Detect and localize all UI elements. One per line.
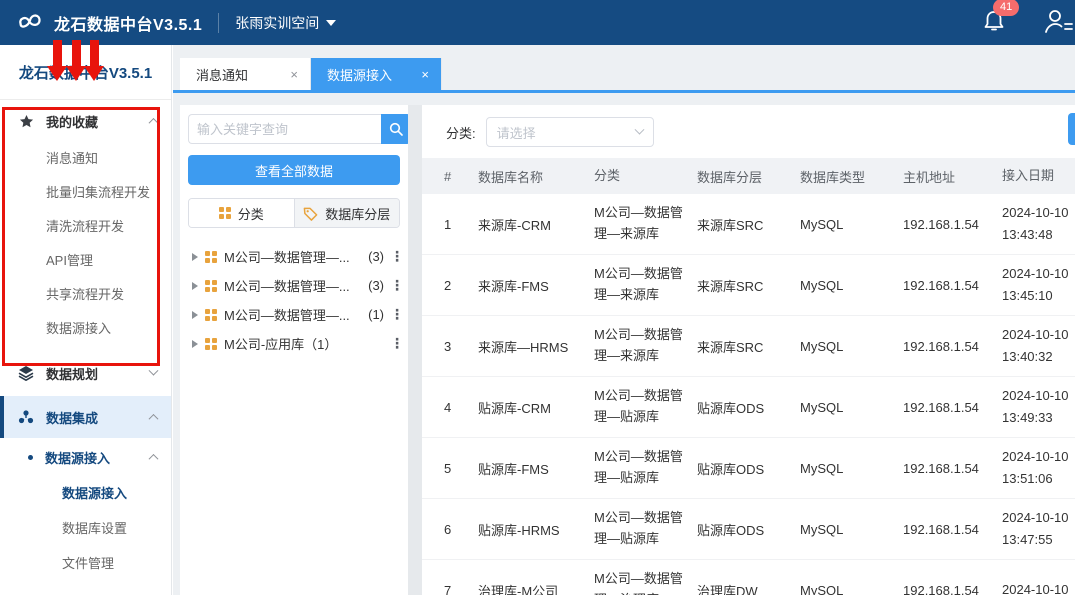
more-icon[interactable]: ⋮ [390, 248, 400, 265]
chevron-down-icon [326, 20, 336, 26]
sidebar-group-label: 数据集成 [46, 408, 98, 427]
tree-item[interactable]: M公司—数据管理—... (1) ⋮ [188, 300, 400, 329]
toggle-layer-button[interactable]: 数据库分层 [294, 199, 400, 227]
more-icon[interactable]: ⋮ [390, 306, 400, 323]
chevron-up-icon [149, 453, 159, 463]
table-header-row: # 数据库名称 分类 数据库分层 数据库类型 主机地址 接入日期 [422, 158, 1075, 194]
sidebar-item[interactable]: 消息通知 [0, 142, 171, 176]
caret-right-icon[interactable] [192, 340, 198, 348]
sidebar-item[interactable]: 共享流程开发 [0, 278, 171, 312]
layers-icon [18, 365, 34, 381]
sidebar-item[interactable]: 清洗流程开发 [0, 210, 171, 244]
tree-mode-toggle: 分类 数据库分层 [188, 198, 400, 228]
tree-item[interactable]: M公司—数据管理—... (3) ⋮ [188, 271, 400, 300]
table-panel: 分类: 请选择 # 数据库名称 分类 数据库分层 数据库类型 主机地址 接入日期 [422, 105, 1075, 595]
tree-item[interactable]: M公司—数据管理—... (3) ⋮ [188, 242, 400, 271]
app-title: 龙石数据中台V3.5.1 [54, 11, 202, 35]
favorites-list: 消息通知 批量归集流程开发 清洗流程开发 API管理 共享流程开发 数据源接入 [0, 142, 171, 346]
app-logo-icon [8, 11, 54, 35]
sidebar-leaf-datasource-access[interactable]: 数据源接入 [0, 476, 171, 511]
close-icon[interactable]: × [421, 67, 429, 82]
sidebar-leaf-db-settings[interactable]: 数据库设置 [0, 511, 171, 546]
grid-icon [219, 207, 231, 219]
bullet-icon [28, 455, 33, 460]
more-icon[interactable]: ⋮ [390, 277, 400, 294]
clipped-action-button[interactable] [1068, 113, 1075, 145]
table-row[interactable]: 4 贴源库-CRM M公司—数据管理—贴源库 贴源库ODS MySQL 192.… [422, 377, 1075, 438]
sidebar-subgroup-label: 数据源接入 [45, 448, 110, 467]
sidebar-subgroup-datasource[interactable]: 数据源接入 [0, 438, 171, 476]
chevron-down-icon [149, 365, 159, 375]
nodes-icon [18, 409, 34, 425]
header-divider [218, 13, 219, 33]
sidebar-group-data-integration[interactable]: 数据集成 [0, 396, 171, 438]
tree-item[interactable]: M公司-应用库（1） ⋮ [188, 329, 400, 358]
sidebar-group-label: 我的收藏 [46, 112, 98, 131]
chevron-up-icon [149, 413, 159, 423]
caret-right-icon[interactable] [192, 311, 198, 319]
tab-message-notice[interactable]: 消息通知 × [180, 58, 311, 90]
table-row[interactable]: 3 来源库—HRMS M公司—数据管理—来源库 来源库SRC MySQL 192… [422, 316, 1075, 377]
more-icon[interactable]: ⋮ [390, 335, 400, 352]
sidebar-group-favorites[interactable]: 我的收藏 [0, 100, 171, 142]
user-icon [1043, 8, 1073, 34]
category-filter-select[interactable]: 请选择 [486, 117, 654, 147]
category-filter-label: 分类: [446, 123, 476, 142]
star-icon [18, 113, 34, 129]
tree-panel: 查看全部数据 分类 数据库分层 M公司—数据管理—... [180, 105, 408, 595]
caret-right-icon[interactable] [192, 253, 198, 261]
table-row[interactable]: 5 贴源库-FMS M公司—数据管理—贴源库 贴源库ODS MySQL 192.… [422, 438, 1075, 499]
workspace-selector[interactable]: 张雨实训空间 [235, 13, 336, 33]
table-row[interactable]: 7 治理库-M公司 M公司—数据管理—治理库 治理库DW MySQL 192.1… [422, 560, 1075, 595]
notification-bell-button[interactable]: 41 [983, 9, 1005, 36]
sidebar-group-label: 数据规划 [46, 364, 98, 383]
tree-list: M公司—数据管理—... (3) ⋮ M公司—数据管理—... (3) ⋮ [188, 242, 400, 358]
chevron-up-icon [149, 117, 159, 127]
main-content: 消息通知 × 数据源接入 × 查看全部数据 [173, 45, 1075, 595]
panel-resize-gutter[interactable] [408, 105, 422, 595]
workspace-label: 张雨实训空间 [235, 13, 319, 33]
view-all-data-button[interactable]: 查看全部数据 [188, 155, 400, 185]
grid-icon [205, 280, 217, 292]
sidebar: 龙石数据中台V3.5.1 我的收藏 消息通知 批量归集流程开发 清洗流程开发 A… [0, 45, 172, 595]
search-button[interactable] [381, 114, 411, 144]
sidebar-item[interactable]: 数据源接入 [0, 312, 171, 346]
sidebar-item[interactable]: 批量归集流程开发 [0, 176, 171, 210]
search-input[interactable] [188, 114, 381, 144]
table-body: 1 来源库-CRM M公司—数据管理—来源库 来源库SRC MySQL 192.… [422, 194, 1075, 595]
close-icon[interactable]: × [290, 67, 298, 82]
datasource-table: # 数据库名称 分类 数据库分层 数据库类型 主机地址 接入日期 1 来源库-C… [422, 158, 1075, 595]
app-header: 龙石数据中台V3.5.1 张雨实训空间 41 [0, 0, 1075, 45]
grid-icon [205, 251, 217, 263]
search-icon [389, 122, 403, 136]
tag-icon [303, 206, 318, 221]
grid-icon [205, 338, 217, 350]
sidebar-item[interactable]: API管理 [0, 244, 171, 278]
notification-badge: 41 [993, 0, 1019, 16]
table-row[interactable]: 6 贴源库-HRMS M公司—数据管理—贴源库 贴源库ODS MySQL 192… [422, 499, 1075, 560]
tab-bar: 消息通知 × 数据源接入 × [173, 58, 1075, 93]
user-account-button[interactable] [1043, 8, 1069, 37]
table-row[interactable]: 1 来源库-CRM M公司—数据管理—来源库 来源库SRC MySQL 192.… [422, 194, 1075, 255]
table-row[interactable]: 2 来源库-FMS M公司—数据管理—来源库 来源库SRC MySQL 192.… [422, 255, 1075, 316]
grid-icon [205, 309, 217, 321]
caret-right-icon[interactable] [192, 282, 198, 290]
sidebar-title: 龙石数据中台V3.5.1 [0, 45, 171, 100]
sidebar-group-data-planning[interactable]: 数据规划 [0, 352, 171, 394]
toggle-category-button[interactable]: 分类 [189, 199, 294, 227]
chevron-down-icon [634, 124, 644, 134]
tab-datasource-access[interactable]: 数据源接入 × [311, 58, 442, 90]
sidebar-leaf-file-management[interactable]: 文件管理 [0, 546, 171, 581]
